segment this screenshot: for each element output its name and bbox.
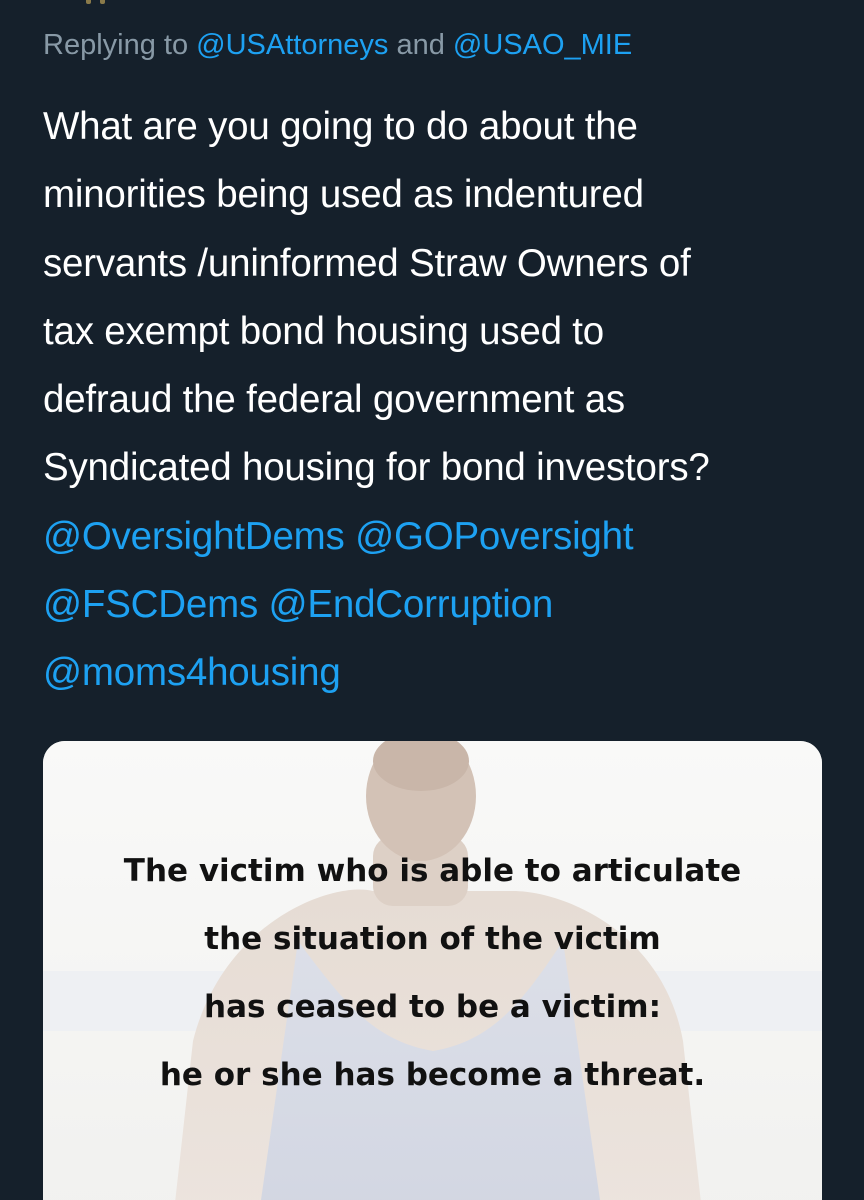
replying-to-line: Replying to @USAttorneys and @USAO_MIE: [43, 29, 632, 62]
media-caption: The victim who is able to articulate the…: [43, 837, 822, 1109]
caption-line: he or she has become a threat.: [159, 1057, 706, 1093]
tweet-text-line: defraud the federal government as: [43, 378, 625, 422]
tweet-text-line: minorities being used as indentured: [43, 173, 644, 217]
tweet-text-line: servants /uninformed Straw Owners of: [43, 241, 691, 285]
tweet-text: What are you going to do about the minor…: [43, 93, 843, 708]
replying-to-label: Replying to: [43, 29, 197, 61]
caption-line: The victim who is able to articulate: [123, 853, 742, 889]
mention-links-line[interactable]: @OversightDems @GOPoversight: [43, 503, 843, 571]
mention-links-line[interactable]: @moms4housing: [43, 639, 843, 707]
tweet-media-image[interactable]: The victim who is able to articulate the…: [43, 741, 822, 1200]
mention-links-line[interactable]: @FSCDems @EndCorruption: [43, 571, 843, 639]
tweet-text-line: Syndicated housing for bond investors?: [43, 446, 710, 490]
mention-usattorneys[interactable]: @USAttorneys: [196, 29, 388, 61]
tweet-text-line: tax exempt bond housing used to: [43, 309, 604, 353]
replying-to-joiner: and: [388, 29, 453, 61]
caption-line: the situation of the victim: [204, 921, 661, 957]
mention-usao-mie[interactable]: @USAO_MIE: [453, 29, 632, 61]
caption-line: has ceased to be a victim:: [204, 989, 661, 1025]
tweet-text-line: What are you going to do about the: [43, 105, 638, 148]
author-avatar[interactable]: [80, 0, 116, 10]
